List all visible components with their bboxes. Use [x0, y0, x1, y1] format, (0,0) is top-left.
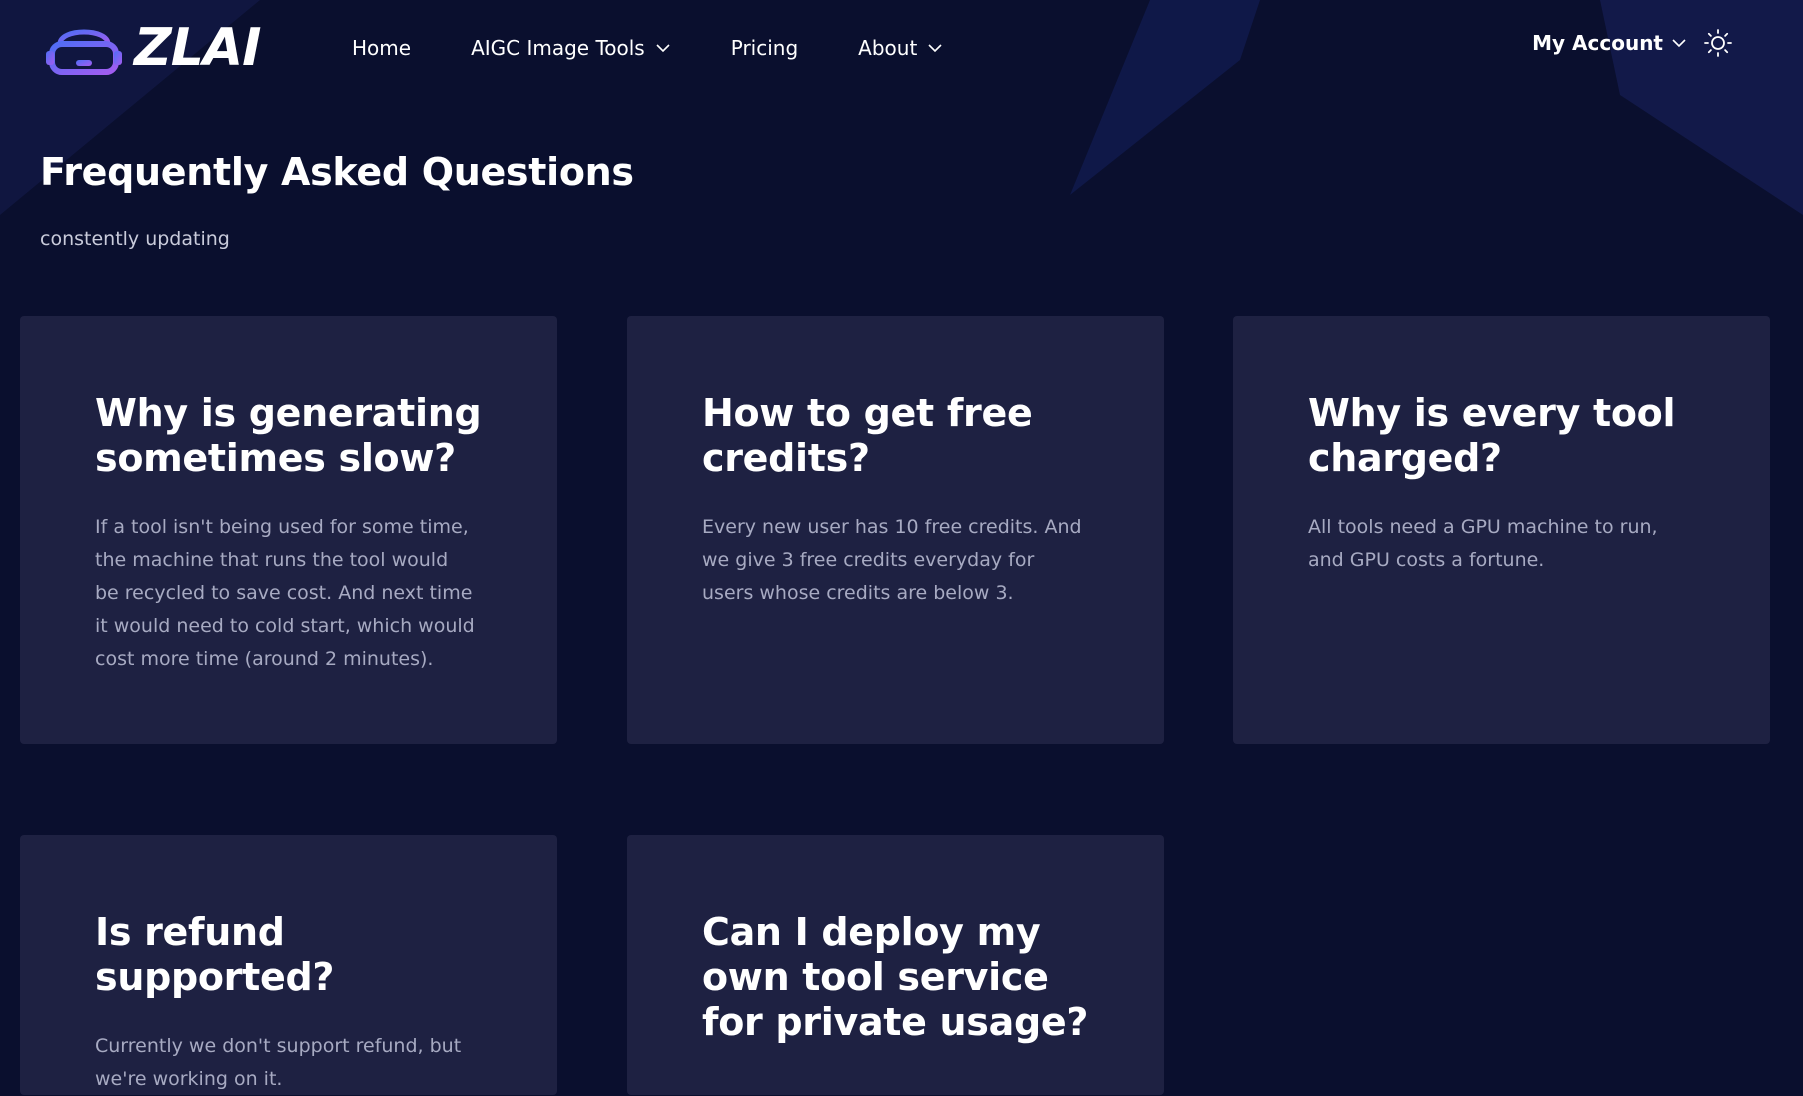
- faq-question: Is refund supported?: [95, 910, 335, 999]
- faq-answer: If a tool isn't being used for some time…: [95, 516, 475, 670]
- page-subtitle: constently updating: [40, 228, 230, 250]
- faq-answer: Every new user has 10 free credits. And …: [702, 516, 1082, 604]
- vr-headset-logo-icon: [46, 29, 122, 75]
- nav-pricing-label: Pricing: [730, 36, 799, 60]
- faq-card: Is refund supported? Currently we don't …: [20, 835, 557, 1095]
- faq-card: Why is every tool charged? All tools nee…: [1233, 316, 1770, 744]
- nav-about-label: About: [858, 36, 918, 60]
- faq-card: Why is generating sometimes slow? If a t…: [20, 316, 557, 744]
- main-nav: Home AIGC Image Tools Pricing About: [352, 30, 1003, 66]
- nav-home-label: Home: [352, 36, 412, 60]
- sun-icon[interactable]: [1703, 28, 1733, 58]
- faq-card: Can I deploy my own tool service for pri…: [627, 835, 1164, 1095]
- nav-pricing[interactable]: Pricing: [731, 30, 798, 66]
- faq-question: Why is generating sometimes slow?: [95, 391, 482, 480]
- my-account-label: My Account: [1532, 31, 1663, 55]
- page-title: Frequently Asked Questions: [40, 150, 634, 194]
- top-navbar: ZLAI Home AIGC Image Tools Pricing About…: [0, 0, 1803, 96]
- faq-question: How to get free credits?: [702, 391, 1033, 480]
- nav-aigc-image-tools[interactable]: AIGC Image Tools: [471, 30, 671, 66]
- chevron-down-icon: [656, 44, 670, 53]
- faq-answer: Currently we don't support refund, but w…: [95, 1035, 462, 1090]
- chevron-down-icon: [1672, 39, 1686, 48]
- logo[interactable]: ZLAI: [44, 18, 261, 78]
- faq-answer: All tools need a GPU machine to run, and…: [1308, 516, 1658, 571]
- faq-card: How to get free credits? Every new user …: [627, 316, 1164, 744]
- chevron-down-icon: [928, 44, 942, 53]
- nav-home[interactable]: Home: [352, 30, 411, 66]
- faq-question: Can I deploy my own tool service for pri…: [702, 910, 1089, 1044]
- my-account-button[interactable]: My Account: [1532, 31, 1687, 55]
- nav-aigc-image-tools-label: AIGC Image Tools: [471, 36, 645, 60]
- faq-question: Why is every tool charged?: [1308, 391, 1676, 480]
- account-area: My Account: [1532, 28, 1733, 58]
- logo-text: ZLAI: [134, 18, 261, 78]
- nav-about[interactable]: About: [858, 30, 943, 66]
